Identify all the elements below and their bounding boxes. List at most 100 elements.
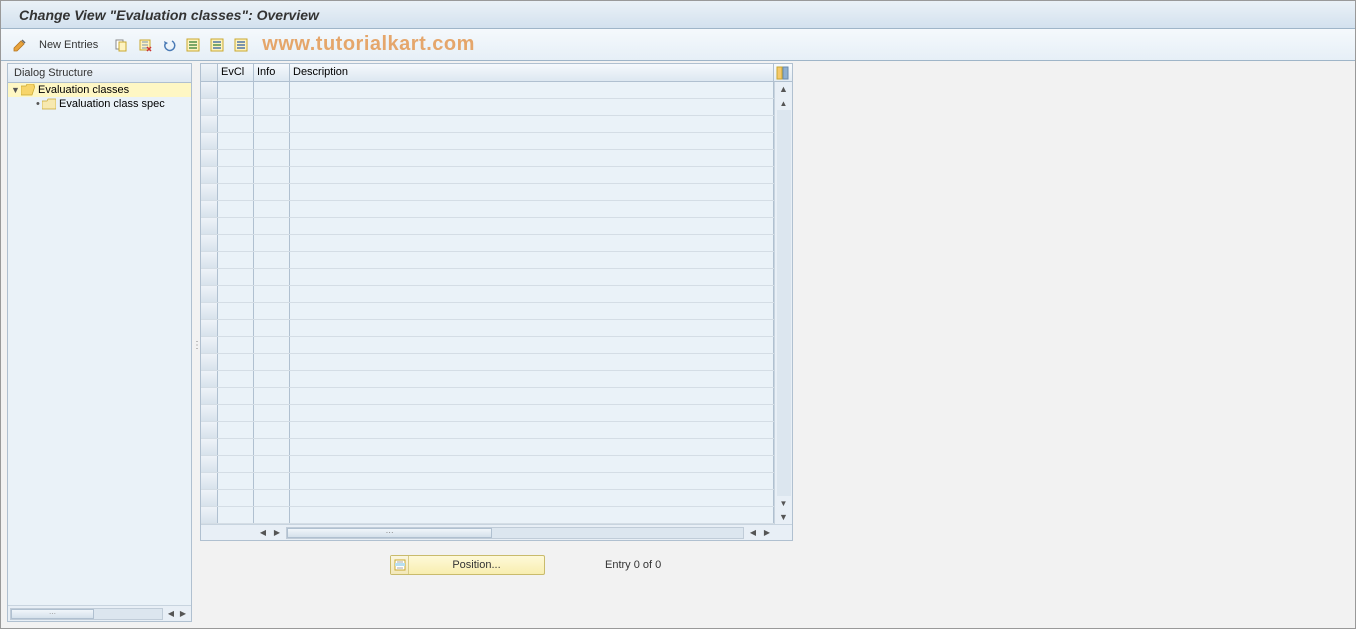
cell-description[interactable] bbox=[290, 99, 774, 115]
row-selector[interactable] bbox=[201, 473, 218, 489]
row-selector[interactable] bbox=[201, 252, 218, 268]
cell-info[interactable] bbox=[254, 371, 290, 387]
select-all-column[interactable] bbox=[201, 64, 218, 81]
cell-info[interactable] bbox=[254, 150, 290, 166]
row-selector[interactable] bbox=[201, 133, 218, 149]
cell-description[interactable] bbox=[290, 303, 774, 319]
cell-description[interactable] bbox=[290, 167, 774, 183]
select-all-icon[interactable] bbox=[182, 34, 204, 56]
cell-description[interactable] bbox=[290, 507, 774, 523]
cell-evcl[interactable] bbox=[218, 167, 254, 183]
cell-evcl[interactable] bbox=[218, 473, 254, 489]
cell-description[interactable] bbox=[290, 269, 774, 285]
scroll-right-end-icon[interactable]: ▶ bbox=[760, 526, 774, 540]
scroll-bottom-icon[interactable]: ▼ bbox=[776, 510, 792, 524]
cell-evcl[interactable] bbox=[218, 507, 254, 523]
row-selector[interactable] bbox=[201, 201, 218, 217]
cell-info[interactable] bbox=[254, 82, 290, 98]
cell-description[interactable] bbox=[290, 456, 774, 472]
row-selector[interactable] bbox=[201, 456, 218, 472]
cell-info[interactable] bbox=[254, 388, 290, 404]
cell-description[interactable] bbox=[290, 422, 774, 438]
cell-evcl[interactable] bbox=[218, 354, 254, 370]
cell-description[interactable] bbox=[290, 218, 774, 234]
cell-evcl[interactable] bbox=[218, 371, 254, 387]
cell-info[interactable] bbox=[254, 456, 290, 472]
cell-info[interactable] bbox=[254, 116, 290, 132]
scroll-right-icon[interactable]: ▶ bbox=[177, 608, 189, 620]
cell-evcl[interactable] bbox=[218, 133, 254, 149]
cell-info[interactable] bbox=[254, 133, 290, 149]
row-selector[interactable] bbox=[201, 269, 218, 285]
cell-info[interactable] bbox=[254, 422, 290, 438]
cell-info[interactable] bbox=[254, 354, 290, 370]
deselect-all-icon[interactable] bbox=[230, 34, 252, 56]
cell-info[interactable] bbox=[254, 252, 290, 268]
cell-evcl[interactable] bbox=[218, 150, 254, 166]
cell-evcl[interactable] bbox=[218, 303, 254, 319]
cell-evcl[interactable] bbox=[218, 269, 254, 285]
scroll-top-icon[interactable]: ▲ bbox=[776, 82, 792, 96]
cell-evcl[interactable] bbox=[218, 456, 254, 472]
row-selector[interactable] bbox=[201, 320, 218, 336]
cell-info[interactable] bbox=[254, 286, 290, 302]
cell-evcl[interactable] bbox=[218, 116, 254, 132]
row-selector[interactable] bbox=[201, 490, 218, 506]
cell-evcl[interactable] bbox=[218, 235, 254, 251]
cell-evcl[interactable] bbox=[218, 388, 254, 404]
cell-evcl[interactable] bbox=[218, 99, 254, 115]
tree-toggle-icon[interactable]: ▼ bbox=[11, 85, 21, 95]
row-selector[interactable] bbox=[201, 388, 218, 404]
cell-description[interactable] bbox=[290, 473, 774, 489]
cell-evcl[interactable] bbox=[218, 201, 254, 217]
row-selector[interactable] bbox=[201, 184, 218, 200]
cell-info[interactable] bbox=[254, 405, 290, 421]
cell-description[interactable] bbox=[290, 371, 774, 387]
cell-description[interactable] bbox=[290, 354, 774, 370]
cell-evcl[interactable] bbox=[218, 184, 254, 200]
cell-description[interactable] bbox=[290, 337, 774, 353]
row-selector[interactable] bbox=[201, 150, 218, 166]
copy-icon[interactable] bbox=[110, 34, 132, 56]
tree-item-evaluation-class-spec[interactable]: • Evaluation class spec bbox=[8, 97, 191, 111]
row-selector[interactable] bbox=[201, 439, 218, 455]
row-selector[interactable] bbox=[201, 235, 218, 251]
row-selector[interactable] bbox=[201, 371, 218, 387]
cell-evcl[interactable] bbox=[218, 252, 254, 268]
undo-icon[interactable] bbox=[158, 34, 180, 56]
cell-description[interactable] bbox=[290, 235, 774, 251]
scroll-left-end-icon[interactable]: ◀ bbox=[746, 526, 760, 540]
new-entries-button[interactable]: New Entries bbox=[39, 39, 98, 51]
cell-description[interactable] bbox=[290, 252, 774, 268]
scroll-right-icon[interactable]: ▶ bbox=[270, 526, 284, 540]
row-selector[interactable] bbox=[201, 405, 218, 421]
cell-description[interactable] bbox=[290, 133, 774, 149]
cell-info[interactable] bbox=[254, 473, 290, 489]
cell-description[interactable] bbox=[290, 150, 774, 166]
hscroll-track[interactable]: ⋯ bbox=[286, 527, 744, 539]
cell-description[interactable] bbox=[290, 201, 774, 217]
cell-evcl[interactable] bbox=[218, 422, 254, 438]
hscroll-thumb[interactable]: ⋯ bbox=[287, 528, 492, 538]
cell-evcl[interactable] bbox=[218, 218, 254, 234]
cell-info[interactable] bbox=[254, 269, 290, 285]
table-horizontal-scrollbar[interactable]: ◀ ▶ ⋯ ◀ ▶ bbox=[201, 524, 792, 540]
tree-item-evaluation-classes[interactable]: ▼ Evaluation classes bbox=[8, 83, 191, 97]
cell-description[interactable] bbox=[290, 388, 774, 404]
change-icon[interactable] bbox=[9, 34, 31, 56]
delete-icon[interactable] bbox=[134, 34, 156, 56]
cell-info[interactable] bbox=[254, 337, 290, 353]
scroll-left-icon[interactable]: ◀ bbox=[165, 608, 177, 620]
cell-info[interactable] bbox=[254, 320, 290, 336]
row-selector[interactable] bbox=[201, 422, 218, 438]
cell-info[interactable] bbox=[254, 201, 290, 217]
table-vertical-scrollbar[interactable]: ▲ ▲ ▼ ▼ bbox=[774, 82, 792, 524]
cell-info[interactable] bbox=[254, 235, 290, 251]
position-button[interactable]: Position... bbox=[390, 555, 545, 575]
row-selector[interactable] bbox=[201, 116, 218, 132]
row-selector[interactable] bbox=[201, 167, 218, 183]
cell-info[interactable] bbox=[254, 490, 290, 506]
cell-info[interactable] bbox=[254, 218, 290, 234]
column-header-evcl[interactable]: EvCl bbox=[218, 64, 254, 81]
scroll-down-icon[interactable]: ▼ bbox=[776, 496, 792, 510]
